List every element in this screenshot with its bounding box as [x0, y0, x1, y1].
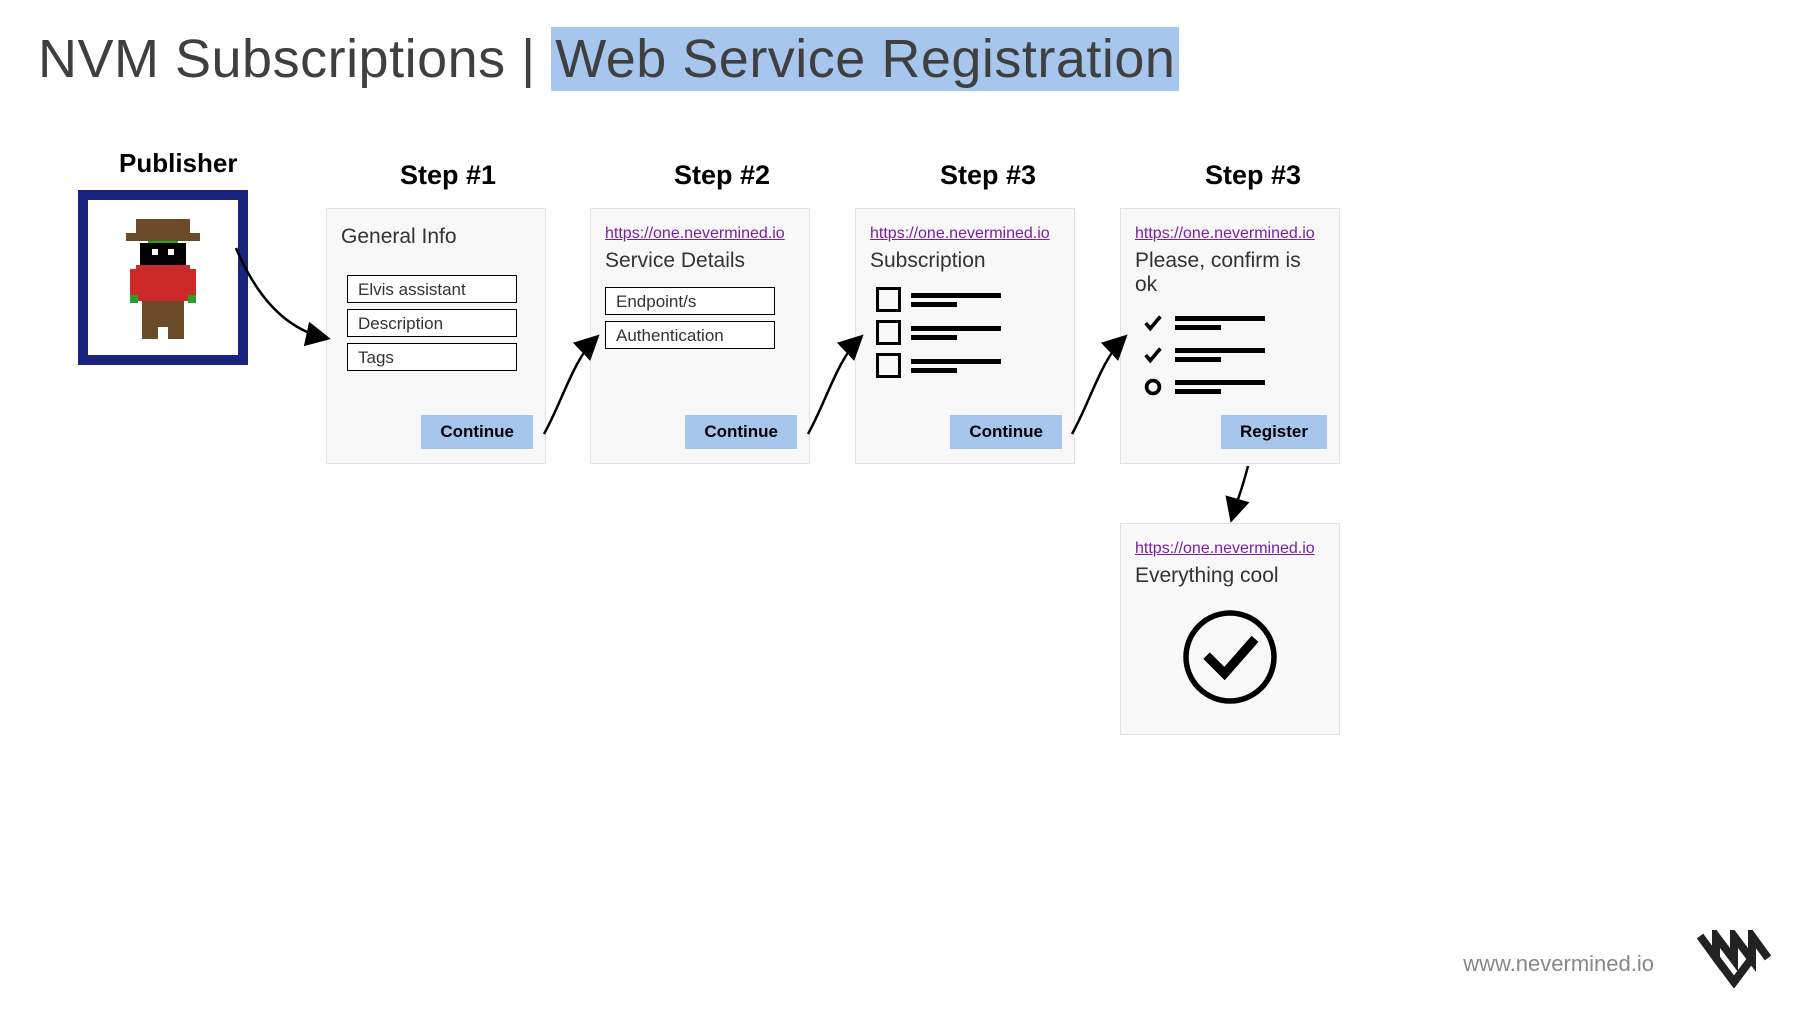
confirm-list-icon	[1141, 311, 1325, 399]
input-field[interactable]: Tags	[347, 343, 517, 371]
card-heading: General Info	[341, 225, 531, 249]
publisher-avatar	[78, 190, 248, 365]
arrow-icon	[1218, 460, 1258, 530]
check-icon	[1141, 343, 1165, 367]
check-icon	[1141, 311, 1165, 335]
checkbox-list-icon	[876, 287, 1060, 378]
card-url-link[interactable]: https://one.nevermined.io	[1135, 225, 1315, 243]
continue-button[interactable]: Continue	[421, 415, 533, 449]
card-general-info: General Info Elvis assistant Description…	[326, 208, 546, 464]
card-heading: Please, confirm is ok	[1135, 249, 1325, 297]
title-prefix: NVM Subscriptions |	[38, 29, 551, 89]
title-highlight: Web Service Registration	[551, 27, 1179, 91]
footer-url: www.nevermined.io	[1463, 951, 1654, 977]
circle-icon	[1141, 375, 1165, 399]
card-url-link[interactable]: https://one.nevermined.io	[1135, 540, 1315, 558]
step-4-label: Step #3	[1205, 160, 1301, 191]
input-field[interactable]: Elvis assistant	[347, 275, 517, 303]
pixel-character-icon	[108, 213, 218, 343]
page-title: NVM Subscriptions | Web Service Registra…	[38, 28, 1179, 90]
card-url-link[interactable]: https://one.nevermined.io	[870, 225, 1050, 243]
card-heading: Subscription	[870, 249, 1060, 273]
step-1-label: Step #1	[400, 160, 496, 191]
continue-button[interactable]: Continue	[685, 415, 797, 449]
publisher-label: Publisher	[119, 148, 237, 179]
card-confirm: https://one.nevermined.io Please, confir…	[1120, 208, 1340, 464]
nevermined-logo-icon	[1694, 930, 1774, 993]
step-3-label: Step #3	[940, 160, 1036, 191]
card-heading: Service Details	[605, 249, 795, 273]
success-check-icon	[1135, 602, 1325, 712]
continue-button[interactable]: Continue	[950, 415, 1062, 449]
step-2-label: Step #2	[674, 160, 770, 191]
card-heading: Everything cool	[1135, 564, 1325, 588]
input-field[interactable]: Description	[347, 309, 517, 337]
card-url-link[interactable]: https://one.nevermined.io	[605, 225, 785, 243]
input-field[interactable]: Endpoint/s	[605, 287, 775, 315]
card-subscription: https://one.nevermined.io Subscription C…	[855, 208, 1075, 464]
input-field[interactable]: Authentication	[605, 321, 775, 349]
card-success: https://one.nevermined.io Everything coo…	[1120, 523, 1340, 735]
register-button[interactable]: Register	[1221, 415, 1327, 449]
card-service-details: https://one.nevermined.io Service Detail…	[590, 208, 810, 464]
